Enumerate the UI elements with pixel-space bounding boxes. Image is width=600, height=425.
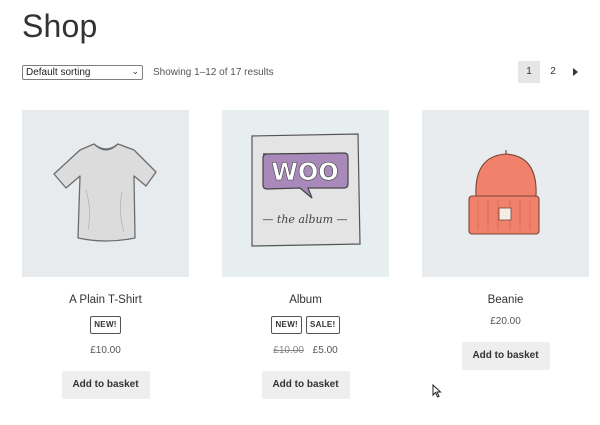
- product-image-link[interactable]: [22, 110, 189, 277]
- current-price: £20.00: [490, 316, 521, 327]
- pagination: 1 2: [518, 61, 588, 83]
- product-title[interactable]: Beanie: [422, 294, 589, 310]
- product-card: A Plain T-Shirt NEW! £10.00 Add to baske…: [22, 110, 189, 399]
- product-image-link[interactable]: [422, 110, 589, 277]
- product-title[interactable]: Album: [222, 294, 389, 310]
- tshirt-image: [53, 143, 157, 242]
- page-link-1[interactable]: 1: [518, 61, 540, 83]
- original-price: £10.00: [273, 345, 304, 356]
- current-price: £10.00: [90, 345, 121, 356]
- sale-price: £5.00: [312, 345, 338, 356]
- add-to-basket-button[interactable]: Add to basket: [261, 371, 350, 399]
- sale-badge: SALE!: [306, 316, 340, 334]
- svg-text:— the album —: — the album —: [262, 213, 347, 226]
- add-to-basket-button[interactable]: Add to basket: [61, 371, 150, 399]
- arrow-right-icon: [573, 68, 578, 76]
- result-count: Showing 1–12 of 17 results: [153, 67, 274, 78]
- svg-text:WOO: WOO: [271, 158, 338, 186]
- sorting-select-value: Default sorting: [26, 67, 91, 78]
- product-card: WOO — the album — Album NEW! SALE! £10.0…: [222, 110, 389, 399]
- shop-toolbar: Default sorting ⌄ Showing 1–12 of 17 res…: [22, 61, 588, 84]
- product-price: £10.00 £5.00: [222, 345, 389, 356]
- product-price: £20.00: [422, 316, 589, 327]
- product-card: Beanie £20.00 Add to basket: [422, 110, 589, 370]
- product-image-link[interactable]: WOO — the album —: [222, 110, 389, 277]
- chevron-down-icon: ⌄: [131, 66, 139, 76]
- product-price: £10.00: [22, 345, 189, 356]
- beanie-image: [468, 150, 540, 235]
- page-link-2[interactable]: 2: [542, 61, 564, 83]
- new-badge: NEW!: [90, 316, 121, 334]
- sorting-select[interactable]: Default sorting ⌄: [22, 65, 143, 80]
- new-badge: NEW!: [271, 316, 303, 334]
- mouse-cursor-icon: [432, 384, 442, 398]
- woo-album-image: WOO — the album —: [251, 133, 361, 247]
- page-title: Shop: [22, 8, 98, 44]
- add-to-basket-button[interactable]: Add to basket: [461, 342, 550, 370]
- product-title[interactable]: A Plain T-Shirt: [22, 294, 189, 310]
- next-page-button[interactable]: [564, 61, 586, 83]
